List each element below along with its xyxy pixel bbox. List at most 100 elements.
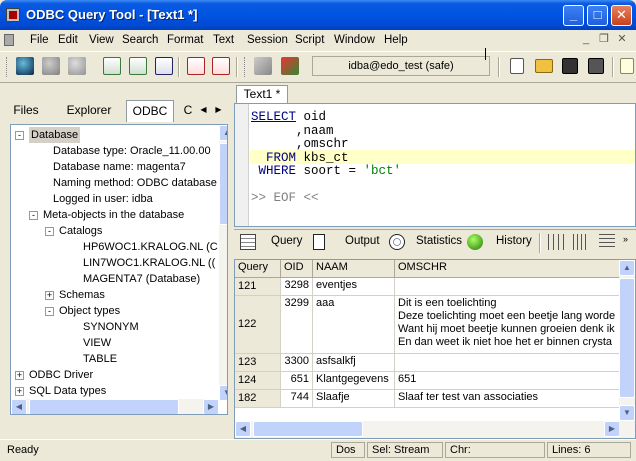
- scroll-thumb[interactable]: [29, 399, 179, 414]
- tree-node[interactable]: LIN7WOC1.KRALOG.NL ((: [83, 255, 215, 271]
- tree-node[interactable]: Database: [29, 127, 81, 143]
- mdi-close-icon[interactable]: ✕: [614, 32, 630, 46]
- tab-explorer[interactable]: Explorer: [58, 100, 120, 122]
- tree-node[interactable]: SQL Data types: [29, 383, 106, 399]
- statistics-icon[interactable]: [389, 234, 405, 250]
- scroll-left-icon[interactable]: ◀: [235, 421, 251, 437]
- table-cell[interactable]: asfsalkfj: [313, 354, 395, 372]
- database-tree[interactable]: - Database Database type: Oracle_11.00.00 D…: [10, 124, 228, 415]
- table-cell[interactable]: 3298: [281, 278, 313, 296]
- tree-node[interactable]: TABLE: [83, 351, 117, 367]
- tab-c[interactable]: C: [180, 100, 196, 122]
- toolbar-grip[interactable]: [6, 57, 9, 77]
- grid-horizontal-scrollbar[interactable]: ◀ ▶: [235, 421, 621, 438]
- tree-node[interactable]: ODBC Driver: [29, 367, 93, 383]
- output-label[interactable]: Output: [345, 235, 380, 247]
- expand-icon[interactable]: +: [45, 291, 54, 300]
- menu-format[interactable]: Format: [167, 33, 203, 47]
- tree-vertical-scrollbar[interactable]: ▲ ▼: [219, 125, 227, 401]
- row-header[interactable]: 122: [235, 296, 281, 354]
- tree-node[interactable]: Naming method: ODBC database: [53, 175, 217, 191]
- scroll-thumb[interactable]: [219, 143, 227, 225]
- tab-scroll-right-icon[interactable]: ▶: [212, 103, 225, 117]
- cancel-query-icon[interactable]: [254, 57, 272, 75]
- scroll-right-icon[interactable]: ▶: [203, 399, 219, 414]
- schedule-icon[interactable]: [281, 57, 299, 75]
- save-all-icon[interactable]: [588, 58, 604, 74]
- grid-icon[interactable]: [240, 234, 256, 250]
- expand-icon[interactable]: +: [15, 387, 24, 396]
- tab-odbc[interactable]: ODBC: [126, 100, 174, 122]
- execute-step-icon[interactable]: [129, 57, 147, 75]
- menu-script[interactable]: Script: [295, 33, 324, 47]
- column-header[interactable]: OID: [281, 260, 313, 278]
- mdi-restore-icon[interactable]: ❐: [596, 32, 612, 46]
- table-cell[interactable]: [395, 278, 621, 296]
- tree-node[interactable]: MAGENTA7 (Database): [83, 271, 200, 287]
- table-cell[interactable]: Slaafje: [313, 390, 395, 408]
- menu-text[interactable]: Text: [213, 33, 234, 47]
- maximize-button[interactable]: □: [587, 5, 608, 26]
- connect-icon[interactable]: [16, 57, 34, 75]
- column-width-icon[interactable]: [548, 234, 564, 250]
- table-cell[interactable]: Klantgegevens: [313, 372, 395, 390]
- tree-node[interactable]: VIEW: [83, 335, 111, 351]
- collapse-icon[interactable]: -: [45, 307, 54, 316]
- column-header[interactable]: OMSCHR: [395, 260, 621, 278]
- results-grid[interactable]: Query OID NAAM OMSCHR 121 3298 eventjes 122 3299…: [234, 259, 636, 439]
- doc-icon[interactable]: [4, 34, 14, 46]
- menu-file[interactable]: File: [30, 33, 49, 47]
- row-header[interactable]: 182: [235, 390, 281, 408]
- scroll-down-icon[interactable]: ▼: [219, 385, 227, 401]
- scroll-thumb[interactable]: [253, 421, 363, 437]
- commit-icon[interactable]: [187, 57, 205, 75]
- table-cell[interactable]: 651: [395, 372, 621, 390]
- tree-node[interactable]: Meta-objects in the database: [43, 207, 184, 223]
- table-cell[interactable]: eventjes: [313, 278, 395, 296]
- table-cell[interactable]: 3300: [281, 354, 313, 372]
- notes-icon[interactable]: [620, 58, 634, 74]
- menu-edit[interactable]: Edit: [58, 33, 78, 47]
- scroll-down-icon[interactable]: ▼: [619, 405, 635, 421]
- tree-node[interactable]: Object types: [59, 303, 120, 319]
- execute-icon[interactable]: [103, 57, 121, 75]
- row-header[interactable]: 121: [235, 278, 281, 296]
- row-header[interactable]: 123: [235, 354, 281, 372]
- new-file-icon[interactable]: [510, 58, 524, 74]
- history-icon[interactable]: [467, 234, 483, 250]
- row-header[interactable]: 124: [235, 372, 281, 390]
- menu-session[interactable]: Session: [247, 33, 288, 47]
- more-chevron-icon[interactable]: »: [623, 234, 628, 244]
- scroll-thumb[interactable]: [619, 278, 635, 398]
- tree-node[interactable]: Catalogs: [59, 223, 102, 239]
- open-folder-icon[interactable]: [535, 59, 553, 73]
- menu-view[interactable]: View: [89, 33, 114, 47]
- save-icon[interactable]: [562, 58, 578, 74]
- expand-icon[interactable]: +: [15, 371, 24, 380]
- table-cell[interactable]: 3299: [281, 296, 313, 354]
- tree-node[interactable]: Logged in user: idba: [53, 191, 153, 207]
- tree-node[interactable]: Database type: Oracle_11.00.00: [53, 143, 211, 159]
- tree-node[interactable]: SYNONYM: [83, 319, 139, 335]
- scroll-up-icon[interactable]: ▲: [619, 260, 635, 276]
- disconnect-icon[interactable]: [42, 57, 60, 75]
- column-header[interactable]: Query: [235, 260, 281, 278]
- tab-scroll-left-icon[interactable]: ◀: [197, 103, 210, 117]
- scroll-up-icon[interactable]: ▲: [219, 125, 227, 141]
- table-cell[interactable]: Slaaf ter test van associaties: [395, 390, 621, 408]
- column-header[interactable]: NAAM: [313, 260, 395, 278]
- statistics-label[interactable]: Statistics: [416, 235, 462, 247]
- execute-selection-icon[interactable]: [155, 57, 173, 75]
- rollback-icon[interactable]: [212, 57, 230, 75]
- expand-columns-icon[interactable]: [573, 234, 589, 250]
- collapse-icon[interactable]: -: [45, 227, 54, 236]
- menu-window[interactable]: Window: [334, 33, 375, 47]
- tree-horizontal-scrollbar[interactable]: ◀ ▶: [11, 399, 219, 414]
- table-cell[interactable]: [395, 354, 621, 372]
- tree-node[interactable]: HP6WOC1.KRALOG.NL (C: [83, 239, 218, 255]
- menu-help[interactable]: Help: [384, 33, 408, 47]
- fit-columns-icon[interactable]: [599, 234, 615, 250]
- grid-vertical-scrollbar[interactable]: ▲ ▼: [619, 260, 635, 438]
- close-button[interactable]: ✕: [611, 5, 632, 26]
- query-label[interactable]: Query: [271, 235, 302, 247]
